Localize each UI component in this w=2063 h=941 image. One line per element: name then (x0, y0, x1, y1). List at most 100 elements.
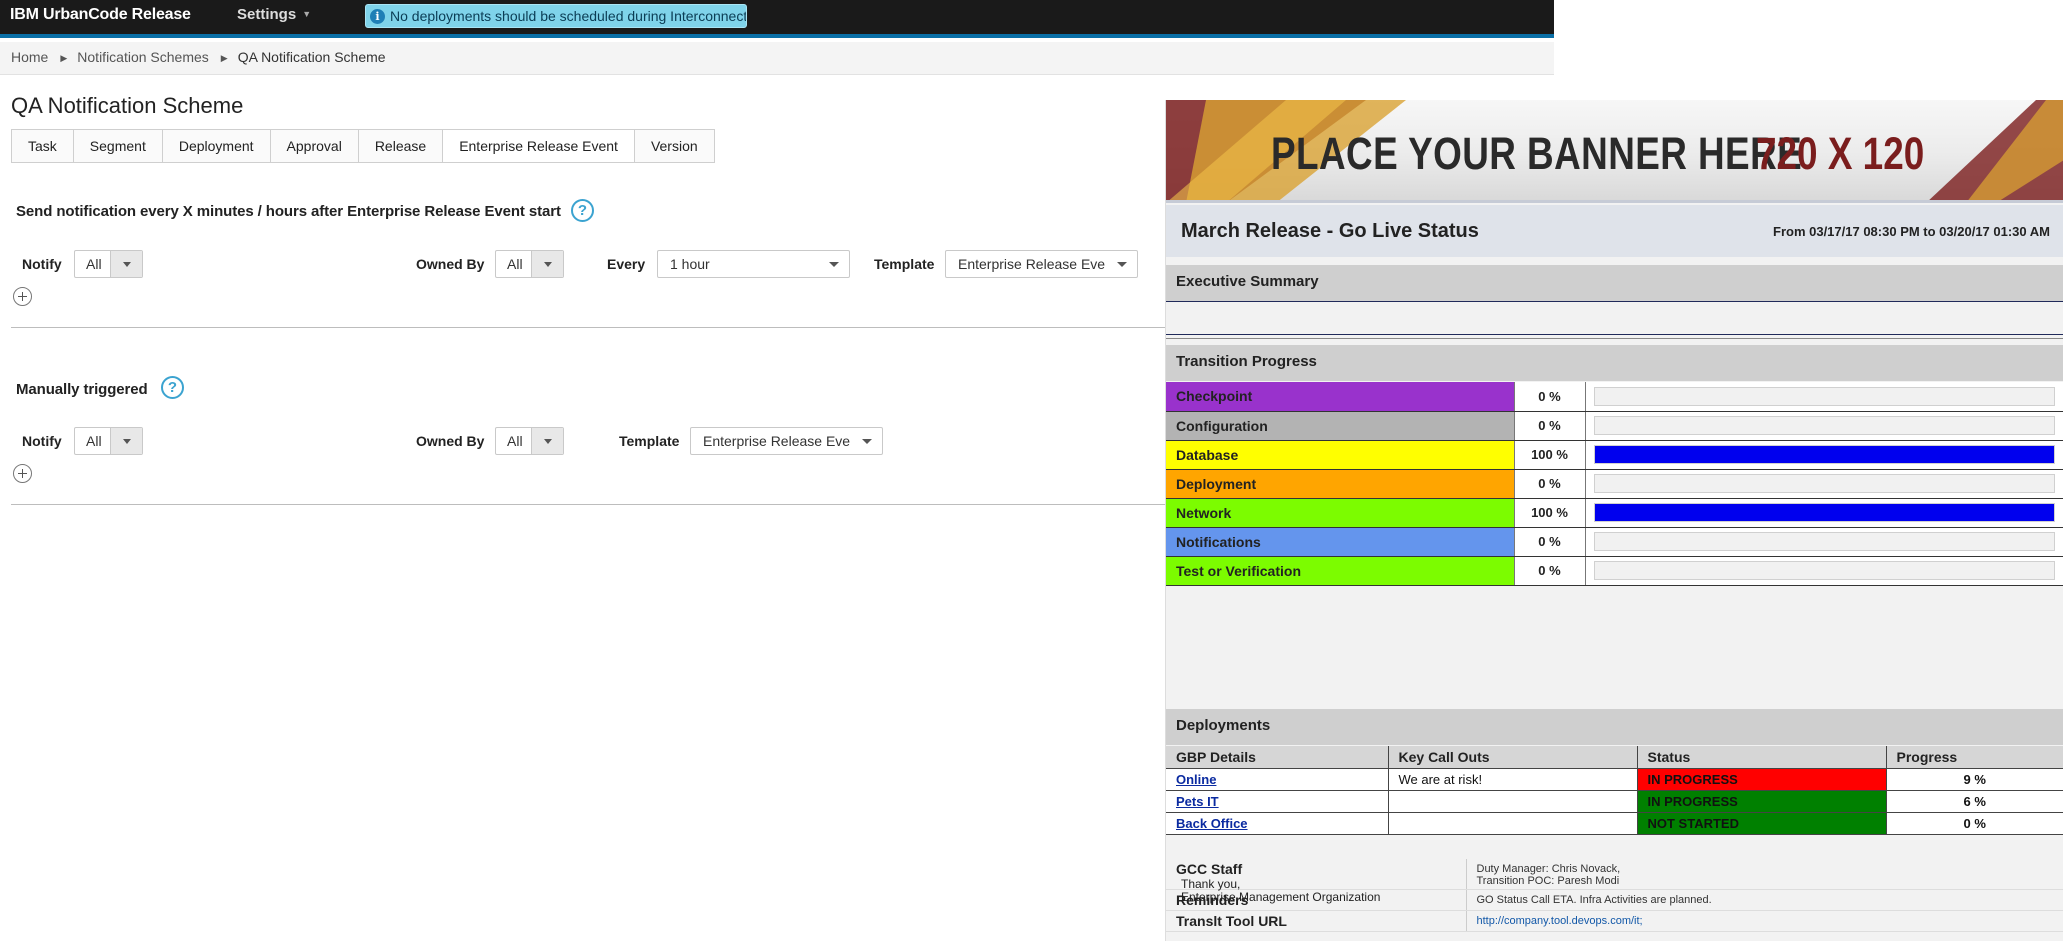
deployments-header: Deployments (1166, 709, 2063, 745)
gbp-details-cell: Back Office (1166, 812, 1389, 835)
transition-row: Network 100 % (1166, 498, 2063, 528)
breadcrumb: Home ▶ Notification Schemes ▶ QA Notificatio… (0, 42, 1554, 75)
tab-task[interactable]: Task (12, 130, 74, 162)
divider (1166, 301, 2063, 302)
progress-cell: 0 % (1886, 812, 2063, 835)
table-row: Pets IT IN PROGRESS 6 % (1166, 790, 2063, 813)
transition-percent: 0 % (1514, 556, 1586, 586)
tab-release[interactable]: Release (358, 130, 444, 162)
every-label: Every (607, 256, 646, 272)
owned-by-label: Owned By (416, 256, 485, 272)
template-select[interactable]: Enterprise Release Eve (945, 250, 1138, 278)
section-scheduled-title: Send notification every X minutes / hour… (16, 203, 561, 220)
status-badge: IN PROGRESS (1637, 790, 1887, 813)
alert-text: No deployments should be scheduled durin… (390, 8, 747, 24)
transition-percent: 100 % (1514, 498, 1586, 528)
progress-bar (1593, 416, 2055, 435)
column-header-key-call-outs: Key Call Outs (1388, 746, 1638, 769)
transition-percent: 0 % (1514, 411, 1586, 441)
table-row: Back Office NOT STARTED 0 % (1166, 812, 2063, 835)
scheme-tabs: Task Segment Deployment Approval Release… (11, 129, 715, 163)
page-title: QA Notification Scheme (11, 93, 244, 118)
chevron-down-icon: ▼ (302, 9, 312, 19)
transition-progress-cell (1585, 556, 2063, 586)
progress-bar (1593, 386, 2055, 406)
tab-version[interactable]: Version (634, 130, 715, 162)
section-manual-title: Manually triggered (16, 381, 148, 398)
progress-bar-fill (1594, 504, 2054, 521)
deployment-link[interactable]: Online (1176, 772, 1216, 787)
template-select[interactable]: Enterprise Release Eve (690, 427, 883, 455)
settings-menu[interactable]: Settings ▼ (237, 6, 311, 23)
progress-bar (1593, 561, 2055, 580)
notify-select-value: All (86, 256, 102, 272)
transition-name: Test or Verification (1166, 556, 1515, 586)
deployment-link[interactable]: Pets IT (1176, 794, 1219, 809)
notify-select[interactable]: All (74, 250, 143, 278)
owned-by-select[interactable]: All (495, 427, 564, 455)
transition-progress-cell (1585, 440, 2063, 470)
deployment-link[interactable]: Back Office (1176, 816, 1248, 831)
gbp-details-cell: Online (1166, 768, 1389, 791)
owned-by-label: Owned By (416, 433, 485, 449)
tab-deployment[interactable]: Deployment (162, 130, 271, 162)
progress-bar (1593, 532, 2055, 551)
transition-row: Notifications 0 % (1166, 527, 2063, 557)
breadcrumb-notification-schemes[interactable]: Notification Schemes (77, 49, 209, 65)
breadcrumb-home[interactable]: Home (11, 49, 48, 65)
banner-text: PLACE YOUR BANNER HERE (1271, 128, 1803, 179)
info-value: http://company.tool.devops.com/it; (1466, 910, 2063, 932)
app-brand[interactable]: IBM UrbanCode Release (10, 6, 191, 24)
tab-enterprise-release-event[interactable]: Enterprise Release Event (443, 130, 635, 162)
column-header-gbp-details: GBP Details (1166, 746, 1389, 769)
status-badge: NOT STARTED (1637, 812, 1887, 835)
report-header: March Release - Go Live Status From 03/1… (1166, 205, 2063, 257)
add-icon[interactable] (13, 464, 32, 483)
progress-cell: 6 % (1886, 790, 2063, 813)
transition-row: Checkpoint 0 % (1166, 382, 2063, 412)
template-select-value: Enterprise Release Eve (703, 433, 851, 449)
dropdown-caret-icon (862, 439, 872, 444)
transition-progress-cell (1585, 469, 2063, 499)
report-date-range: From 03/17/17 08:30 PM to 03/20/17 01:30… (1773, 224, 2050, 239)
transition-percent: 0 % (1514, 382, 1586, 412)
dropdown-caret-icon (1117, 262, 1127, 267)
owned-by-select-value: All (507, 433, 523, 449)
transition-progress-header: Transition Progress (1166, 345, 2063, 381)
signoff-line: Enterprise Management Organization (1181, 890, 1381, 904)
info-key: Translt Tool URL (1166, 910, 1467, 932)
transition-percent: 100 % (1514, 440, 1586, 470)
template-select-value: Enterprise Release Eve (958, 256, 1106, 272)
dropdown-caret-icon (829, 262, 839, 267)
divider (1166, 338, 2063, 339)
top-navigation-bar: IBM UrbanCode Release Settings ▼ i No dep… (0, 0, 1554, 38)
help-icon[interactable]: ? (161, 376, 184, 399)
settings-label: Settings (237, 6, 297, 23)
progress-bar (1593, 474, 2055, 493)
tool-url-link[interactable]: http://company.tool.devops.com/it; (1477, 915, 2055, 927)
dropdown-caret-icon (531, 428, 563, 454)
key-call-out-cell: We are at risk! (1388, 768, 1638, 791)
transition-progress-cell (1585, 382, 2063, 412)
banner-size: 720 X 120 (1756, 128, 1925, 179)
owned-by-select[interactable]: All (495, 250, 564, 278)
gbp-details-cell: Pets IT (1166, 790, 1389, 813)
transition-name: Deployment (1166, 469, 1515, 499)
info-value: GO Status Call ETA. Infra Activities are… (1466, 889, 2063, 911)
progress-cell: 9 % (1886, 768, 2063, 791)
add-icon[interactable] (13, 287, 32, 306)
transition-name: Notifications (1166, 527, 1515, 557)
key-call-out-cell (1388, 790, 1638, 813)
tab-segment[interactable]: Segment (73, 130, 163, 162)
email-template-preview: PLACE YOUR BANNER HERE 720 X 120 March R… (1165, 100, 2063, 941)
announcement-alert[interactable]: i No deployments should be scheduled dur… (365, 4, 747, 28)
help-icon[interactable]: ? (571, 199, 594, 222)
info-value: Duty Manager: Chris Novack, Transition PO… (1466, 859, 2063, 890)
notify-select[interactable]: All (74, 427, 143, 455)
transition-progress-table: Checkpoint 0 % Configuration 0 % Database 100… (1166, 382, 2063, 586)
template-label: Template (619, 433, 680, 449)
tab-approval[interactable]: Approval (270, 130, 359, 162)
every-select[interactable]: 1 hour (657, 250, 850, 278)
breadcrumb-separator-icon: ▶ (60, 53, 68, 63)
transition-name: Network (1166, 498, 1515, 528)
